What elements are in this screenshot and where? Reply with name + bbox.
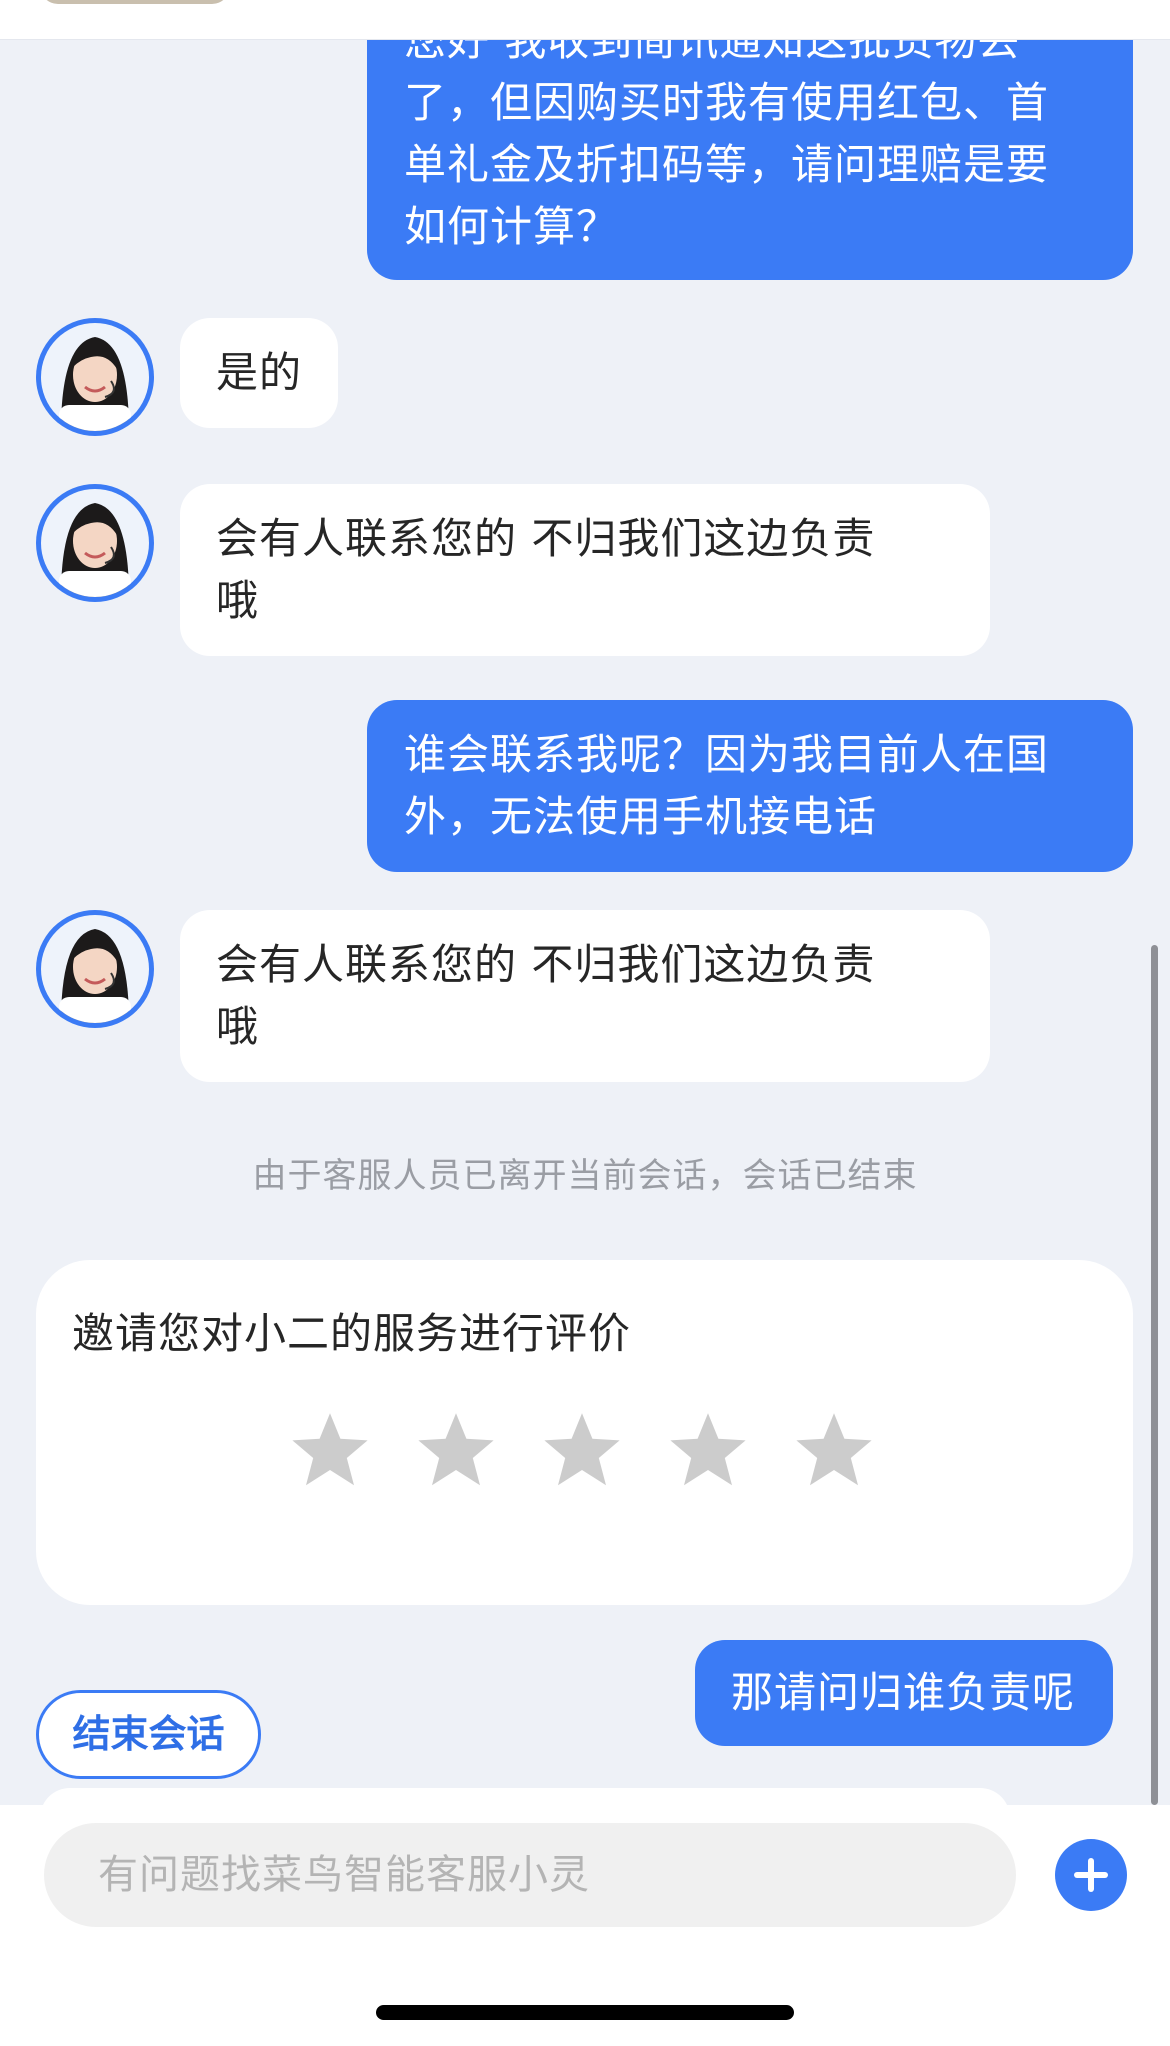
rating-card: 邀请您对小二的服务进行评价 [36, 1260, 1133, 1605]
chat-screen: 您好 我收到简讯通知这批货物丢 了，但因购买时我有使用红包、首 单礼金及折扣码等… [0, 0, 1170, 2046]
message-line: 会有人联系您的 不归我们这边负责 [216, 514, 876, 563]
agent-message-bubble[interactable]: 是的 [180, 318, 339, 428]
message-line: 哦 [216, 576, 260, 625]
message-line: 那请问归谁负责呢 [731, 1668, 1076, 1717]
user-message-bubble[interactable]: 您好 我收到简讯通知这批货物丢 了，但因购买时我有使用红包、首 单礼金及折扣码等… [367, 40, 1133, 280]
agent-avatar[interactable] [36, 484, 154, 602]
message-line: 单礼金及折扣码等，请问理赔是要 [404, 140, 1050, 189]
message-line: 是的 [216, 348, 303, 397]
message-line: 会有人联系您的 不归我们这边负责 [216, 940, 876, 989]
star-icon[interactable] [542, 1410, 622, 1490]
message-line: 您好 我收到简讯通知这批货物丢 [404, 40, 1021, 65]
star-icon[interactable] [416, 1410, 496, 1490]
star-icon[interactable] [668, 1410, 748, 1490]
user-message-bubble[interactable]: 谁会联系我呢？因为我目前人在国 外，无法使用手机接电话 [367, 700, 1133, 872]
rating-title: 邀请您对小二的服务进行评价 [72, 1309, 632, 1358]
user-message-bubble[interactable]: 那请问归谁负责呢 [695, 1640, 1114, 1746]
partially-hidden-card [40, 1788, 1010, 1805]
agent-message-bubble[interactable]: 会有人联系您的 不归我们这边负责 哦 [180, 484, 990, 656]
message-line: 了，但因购买时我有使用红包、首 [404, 78, 1050, 127]
product-thumbnail[interactable] [40, 0, 230, 4]
chat-scroll-area[interactable]: 您好 我收到简讯通知这批货物丢 了，但因购买时我有使用红包、首 单礼金及折扣码等… [0, 40, 1170, 1805]
star-rating[interactable] [290, 1410, 874, 1490]
message-line: 外，无法使用手机接电话 [404, 792, 878, 841]
agent-avatar-image [41, 915, 149, 1023]
agent-avatar-image [41, 489, 149, 597]
message-input[interactable] [44, 1823, 1016, 1927]
input-bar [0, 1805, 1170, 2046]
star-icon[interactable] [794, 1410, 874, 1490]
end-session-button[interactable]: 结束会话 [36, 1690, 261, 1779]
star-icon[interactable] [290, 1410, 370, 1490]
plus-circle-icon[interactable] [1055, 1839, 1127, 1911]
agent-avatar[interactable] [36, 910, 154, 1028]
agent-avatar-image [41, 323, 149, 431]
home-indicator[interactable] [376, 2005, 794, 2020]
top-bar [0, 0, 1170, 40]
message-line: 如何计算？ [404, 202, 620, 251]
agent-avatar[interactable] [36, 318, 154, 436]
message-line: 哦 [216, 1002, 260, 1051]
agent-message-bubble[interactable]: 会有人联系您的 不归我们这边负责 哦 [180, 910, 990, 1082]
message-line: 谁会联系我呢？因为我目前人在国 [404, 730, 1050, 779]
scrollbar[interactable] [1151, 945, 1158, 1805]
session-ended-notice: 由于客服人员已离开当前会话，会话已结束 [252, 1156, 918, 1196]
